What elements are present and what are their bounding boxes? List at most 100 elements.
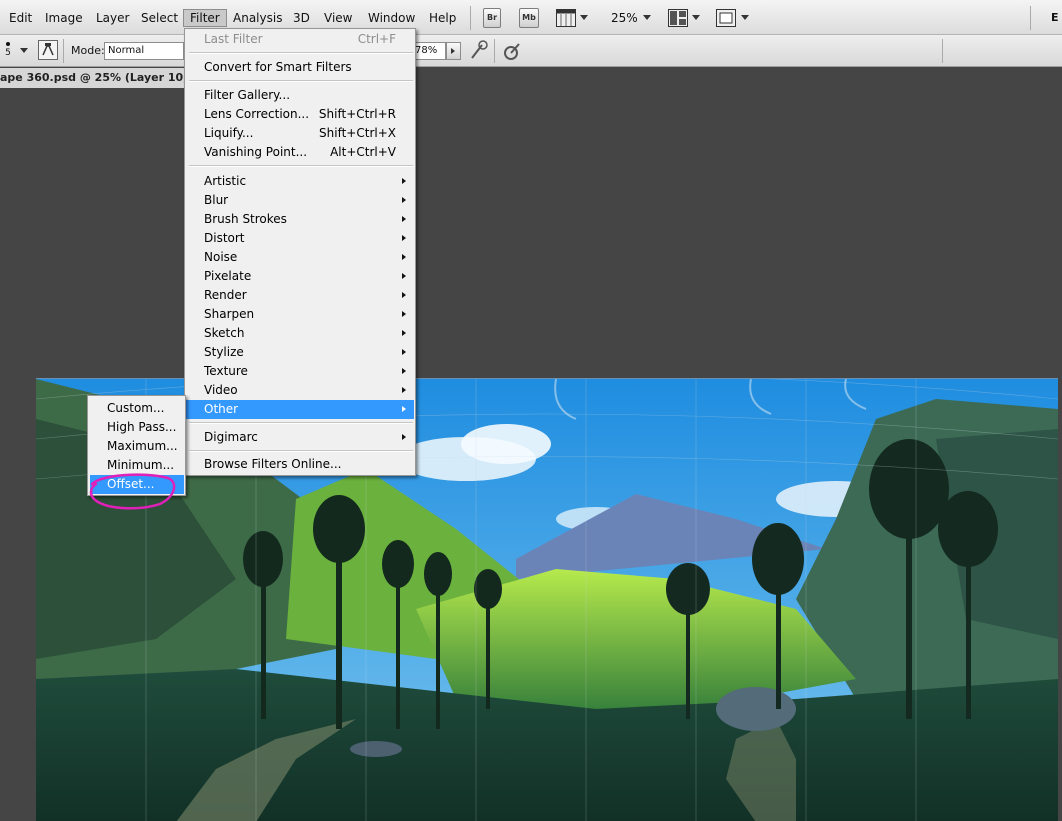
options-separator (494, 39, 495, 63)
submenu-arrow-icon (402, 178, 406, 184)
menu-item-sharpen[interactable]: Sharpen (186, 305, 414, 324)
menu-separator (189, 422, 413, 424)
arrange-documents-icon[interactable] (668, 9, 688, 27)
menu-item-other[interactable]: Other (186, 400, 414, 419)
opacity-slider-button[interactable] (446, 42, 461, 60)
chevron-down-icon[interactable] (580, 15, 588, 20)
menu-view[interactable]: View (318, 9, 358, 27)
blend-mode-select[interactable]: Normal (104, 42, 184, 60)
menu-item-label: Stylize (204, 345, 244, 359)
brush-dot-icon (6, 42, 10, 46)
menu-item-label: Distort (204, 231, 245, 245)
menu-item-artistic[interactable]: Artistic (186, 172, 414, 191)
menu-item-label: High Pass... (107, 420, 177, 434)
submenu-arrow-icon (402, 406, 406, 412)
menu-item-shortcut: Shift+Ctrl+R (318, 107, 396, 121)
submenu-arrow-icon (402, 216, 406, 222)
menu-item-digimarc[interactable]: Digimarc (186, 428, 414, 447)
menu-item-minimum[interactable]: Minimum... (90, 456, 184, 475)
menu-item-label: Video (204, 383, 238, 397)
menu-filter[interactable]: Filter (183, 9, 227, 27)
menu-image[interactable]: Image (39, 9, 89, 27)
chevron-down-icon[interactable] (741, 15, 749, 20)
options-separator (942, 39, 943, 63)
submenu-arrow-icon (402, 434, 406, 440)
menu-item-stylize[interactable]: Stylize (186, 343, 414, 362)
mini-bridge-button[interactable]: Mb (519, 8, 539, 28)
opacity-field[interactable]: 78% (413, 42, 446, 60)
menu-item-video[interactable]: Video (186, 381, 414, 400)
mode-label: Mode: (71, 44, 105, 57)
menu-item-label: Liquify... (204, 126, 254, 140)
menu-item-label: Noise (204, 250, 238, 264)
menu-item-label: Offset... (107, 477, 155, 491)
menu-separator (189, 450, 413, 452)
menubar-separator (1030, 6, 1031, 30)
chevron-down-icon[interactable] (692, 15, 700, 20)
menu-item-label: Artistic (204, 174, 247, 188)
tablet-pressure-opacity-icon[interactable] (467, 39, 491, 63)
menu-item-offset[interactable]: Offset... (90, 475, 184, 494)
bridge-button[interactable]: Br (483, 8, 501, 28)
extras-grid-icon[interactable] (556, 9, 576, 27)
airbrush-icon[interactable] (500, 39, 524, 63)
menu-item-convert-smart-filters[interactable]: Convert for Smart Filters (186, 58, 414, 77)
menu-item-filter-gallery[interactable]: Filter Gallery... (186, 86, 414, 105)
submenu-arrow-icon (402, 349, 406, 355)
chevron-down-icon[interactable] (20, 48, 28, 53)
document-tab[interactable]: ape 360.psd @ 25% (Layer 10, RGB/8 (0, 68, 188, 88)
menu-item-pixelate[interactable]: Pixelate (186, 267, 414, 286)
menu-item-label: Brush Strokes (204, 212, 287, 226)
menu-item-texture[interactable]: Texture (186, 362, 414, 381)
menu-window[interactable]: Window (362, 9, 421, 27)
menu-separator (189, 80, 413, 82)
menu-analysis[interactable]: Analysis (227, 9, 288, 27)
menu-help[interactable]: Help (423, 9, 462, 27)
menu-item-label: Maximum... (107, 439, 178, 453)
brush-preset-picker[interactable]: 5 (2, 41, 14, 63)
menu-item-render[interactable]: Render (186, 286, 414, 305)
menu-item-sketch[interactable]: Sketch (186, 324, 414, 343)
menu-item-blur[interactable]: Blur (186, 191, 414, 210)
brush-panel-icon[interactable] (38, 40, 58, 60)
menu-item-liquify[interactable]: Liquify... Shift+Ctrl+X (186, 124, 414, 143)
menu-item-custom[interactable]: Custom... (90, 399, 184, 418)
menu-item-browse-filters-online[interactable]: Browse Filters Online... (186, 455, 414, 474)
menu-item-label: Browse Filters Online... (204, 457, 342, 471)
menu-item-brush-strokes[interactable]: Brush Strokes (186, 210, 414, 229)
menu-item-lens-correction[interactable]: Lens Correction... Shift+Ctrl+R (186, 105, 414, 124)
menu-edit[interactable]: Edit (3, 9, 38, 27)
menu-item-maximum[interactable]: Maximum... (90, 437, 184, 456)
menu-item-label: Lens Correction... (204, 107, 310, 121)
menu-item-label: Other (204, 402, 239, 416)
workspace-switcher[interactable]: E (1051, 9, 1059, 27)
menubar-separator (470, 6, 471, 30)
menu-select[interactable]: Select (135, 9, 184, 27)
brush-size: 5 (5, 48, 11, 58)
menu-item-distort[interactable]: Distort (186, 229, 414, 248)
menu-item-label: Render (204, 288, 247, 302)
menu-item-high-pass[interactable]: High Pass... (90, 418, 184, 437)
menu-item-last-filter: Last Filter Ctrl+F (186, 30, 414, 49)
menu-item-label: Custom... (107, 401, 165, 415)
menu-item-label: Minimum... (107, 458, 175, 472)
menu-item-noise[interactable]: Noise (186, 248, 414, 267)
chevron-down-icon[interactable] (643, 15, 651, 20)
menu-item-shortcut: Alt+Ctrl+V (330, 145, 396, 159)
menu-item-label: Sketch (204, 326, 245, 340)
menu-item-vanishing-point[interactable]: Vanishing Point... Alt+Ctrl+V (186, 143, 414, 162)
menu-layer[interactable]: Layer (90, 9, 135, 27)
screen-mode-icon[interactable] (716, 9, 736, 27)
submenu-arrow-icon (402, 387, 406, 393)
menu-item-label: Pixelate (204, 269, 252, 283)
zoom-level[interactable]: 25% (611, 9, 638, 27)
options-separator (63, 39, 64, 63)
menu-item-label: Convert for Smart Filters (204, 60, 352, 74)
menu-item-label: Sharpen (204, 307, 255, 321)
menu-item-label: Last Filter (204, 32, 263, 46)
menu-item-label: Vanishing Point... (204, 145, 308, 159)
submenu-arrow-icon (402, 311, 406, 317)
menu-item-shortcut: Ctrl+F (357, 32, 396, 46)
menu-3d[interactable]: 3D (287, 9, 316, 27)
menu-bar: Edit Image Layer Select Filter Analysis … (0, 0, 1062, 35)
